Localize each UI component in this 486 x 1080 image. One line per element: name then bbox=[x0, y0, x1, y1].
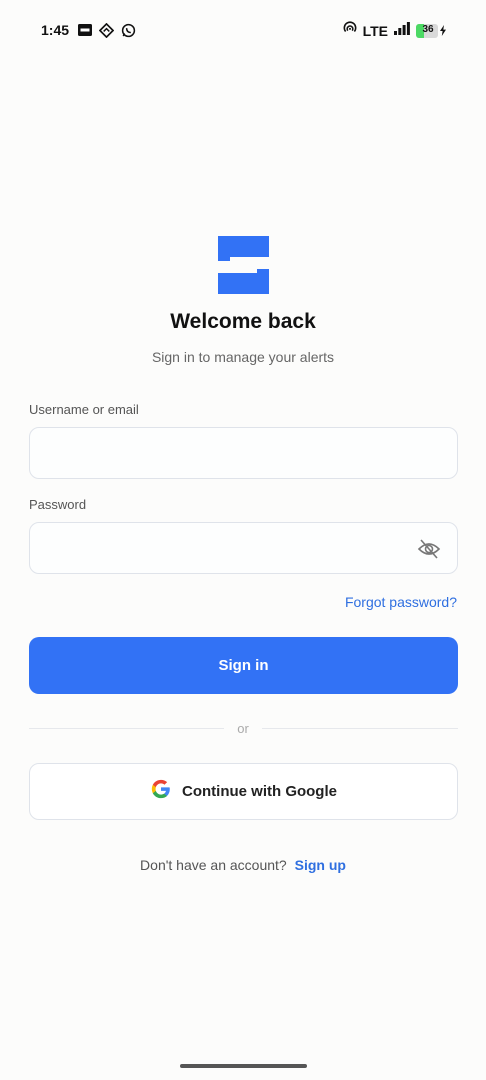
battery-icon: 36 bbox=[416, 23, 446, 39]
continue-with-google-button[interactable]: Continue with Google bbox=[29, 763, 458, 820]
password-field[interactable] bbox=[29, 522, 458, 574]
location-diamond-icon bbox=[99, 22, 114, 38]
home-indicator[interactable] bbox=[180, 1064, 307, 1068]
signup-prompt-text: Don't have an account? bbox=[140, 857, 287, 873]
battery-percent: 36 bbox=[422, 23, 434, 35]
page-title: Welcome back bbox=[170, 310, 316, 333]
network-type: LTE bbox=[362, 22, 388, 39]
eye-off-icon[interactable] bbox=[417, 538, 441, 560]
password-input[interactable] bbox=[30, 523, 457, 573]
status-time: 1:45 bbox=[41, 22, 70, 38]
username-field[interactable] bbox=[29, 427, 458, 479]
whatsapp-icon bbox=[121, 22, 136, 38]
app-notification-icon bbox=[78, 22, 92, 38]
username-label: Username or email bbox=[29, 402, 139, 417]
signup-prompt: Don't have an account? Sign up bbox=[0, 857, 486, 873]
signal-bars-icon bbox=[394, 21, 410, 40]
sign-in-button[interactable]: Sign in bbox=[29, 637, 458, 694]
google-icon bbox=[150, 778, 172, 805]
charging-bolt-icon bbox=[440, 25, 446, 36]
status-bar: 1:45 LTE 36 bbox=[0, 0, 486, 60]
hotspot-icon bbox=[343, 21, 357, 40]
sign-up-link[interactable]: Sign up bbox=[295, 857, 346, 873]
divider-line-right bbox=[262, 728, 458, 729]
status-right-group: LTE 36 bbox=[343, 21, 446, 40]
login-screen: 1:45 LTE 36 Welcome back Sign in to mana… bbox=[0, 0, 486, 1080]
password-label: Password bbox=[29, 497, 87, 512]
page-subtitle: Sign in to manage your alerts bbox=[151, 349, 335, 365]
google-button-label: Continue with Google bbox=[182, 783, 337, 800]
username-input[interactable] bbox=[30, 428, 457, 478]
forgot-password-link[interactable]: Forgot password? bbox=[345, 594, 457, 610]
app-logo-icon bbox=[218, 236, 270, 294]
